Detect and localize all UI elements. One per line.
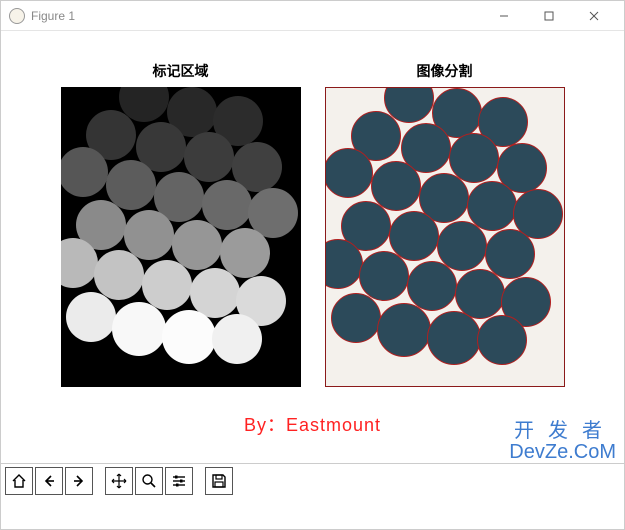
arrow-left-icon: [41, 473, 57, 489]
zoom-button[interactable]: [135, 467, 163, 495]
region-marker: [142, 260, 192, 310]
region-marker: [94, 250, 144, 300]
watermark-line2: DevZe.CoM: [509, 442, 616, 463]
home-icon: [11, 473, 27, 489]
figure-canvas: 标记区域 图像分割 By：Eastmount 开发者 DevZe.CoM: [1, 31, 624, 463]
nav-toolbar: [1, 463, 624, 498]
move-icon: [111, 473, 127, 489]
segmented-coin: [427, 311, 481, 365]
plots-row: 标记区域 图像分割: [21, 61, 604, 387]
save-button[interactable]: [205, 467, 233, 495]
region-marker: [66, 292, 116, 342]
segmented-coin: [407, 261, 457, 311]
arrow-right-icon: [71, 473, 87, 489]
pan-button[interactable]: [105, 467, 133, 495]
watermark: 开发者 DevZe.CoM: [509, 421, 616, 463]
segmented-coin: [377, 303, 431, 357]
plot-left: 标记区域: [61, 61, 301, 387]
plot-right: 图像分割: [325, 61, 565, 387]
titlebar: Figure 1: [1, 1, 624, 31]
forward-button[interactable]: [65, 467, 93, 495]
region-marker: [212, 314, 262, 364]
back-button[interactable]: [35, 467, 63, 495]
home-button[interactable]: [5, 467, 33, 495]
watermark-line1: 开发者: [509, 421, 616, 442]
window-controls: [481, 2, 616, 30]
configure-button[interactable]: [165, 467, 193, 495]
minimize-button[interactable]: [481, 2, 526, 30]
plot-left-image: [61, 87, 301, 387]
segmented-coin: [477, 315, 527, 365]
region-marker: [162, 310, 216, 364]
close-button[interactable]: [571, 2, 616, 30]
maximize-button[interactable]: [526, 2, 571, 30]
sliders-icon: [171, 473, 187, 489]
plot-right-title: 图像分割: [417, 61, 473, 81]
window-title: Figure 1: [31, 9, 481, 23]
plot-right-image: [325, 87, 565, 387]
segmented-coin: [359, 251, 409, 301]
region-marker: [112, 302, 166, 356]
app-icon: [9, 8, 25, 24]
plot-left-title: 标记区域: [153, 61, 209, 81]
segmented-coin: [331, 293, 381, 343]
region-marker: [61, 147, 108, 197]
segmented-coin: [325, 148, 373, 198]
save-icon: [211, 473, 227, 489]
zoom-icon: [141, 473, 157, 489]
